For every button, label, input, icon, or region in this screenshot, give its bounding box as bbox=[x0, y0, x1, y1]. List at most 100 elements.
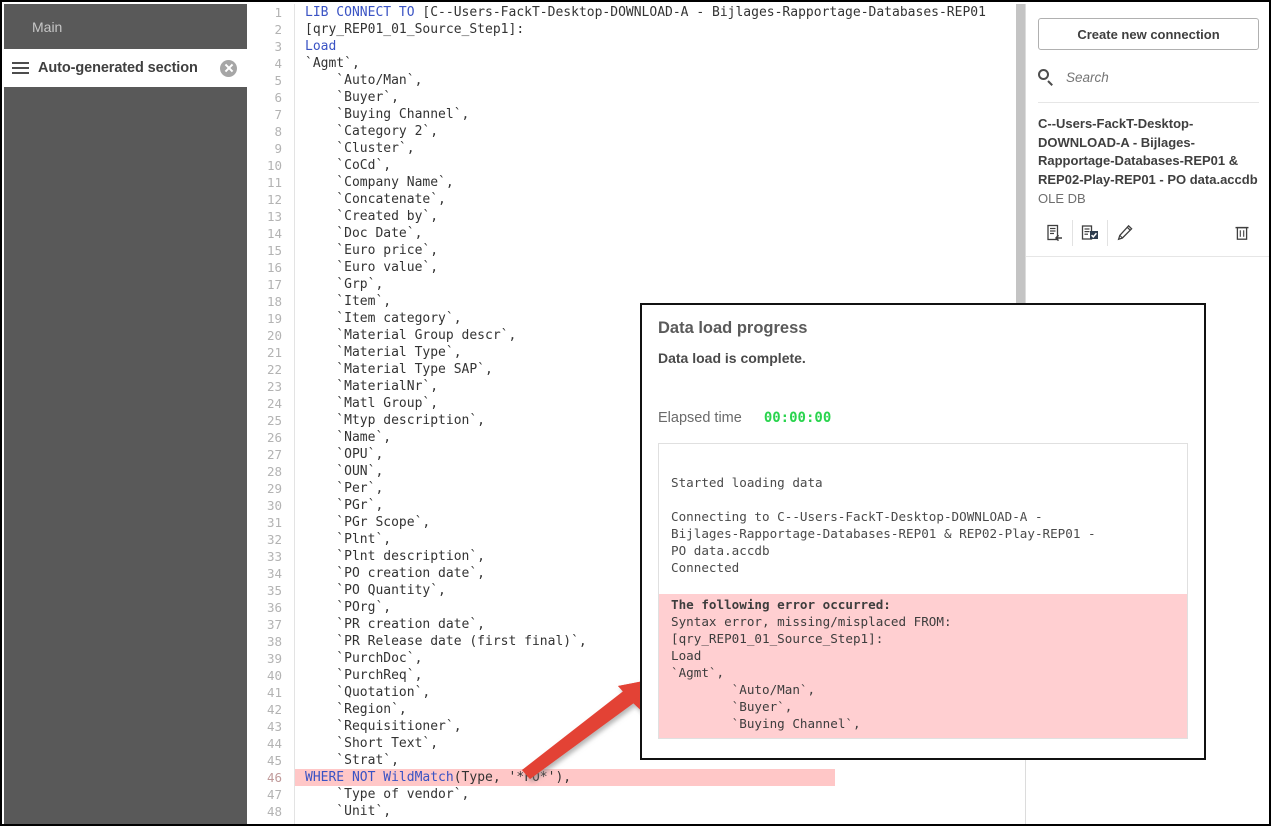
connection-search-row[interactable] bbox=[1038, 60, 1259, 103]
dialog-title: Data load progress bbox=[658, 319, 808, 337]
line-number: 4 bbox=[274, 56, 282, 71]
code-line-text: `PO creation date`, bbox=[305, 566, 486, 581]
line-number: 18 bbox=[266, 294, 282, 309]
sidebar-item-label: Auto-generated section bbox=[38, 60, 198, 76]
line-number: 33 bbox=[266, 549, 282, 564]
line-number: 28 bbox=[266, 464, 282, 479]
dialog-status-text: Data load is complete. bbox=[658, 350, 806, 366]
code-line-text: LIB CONNECT TO [C--Users-FackT-Desktop-D… bbox=[305, 5, 986, 20]
code-line-text: `OUN`, bbox=[305, 464, 384, 479]
code-line-text: `Matl Group`, bbox=[305, 396, 439, 411]
line-number: 6 bbox=[274, 90, 282, 105]
code-line-text: `Requisitioner`, bbox=[305, 719, 462, 734]
code-line-text: `CoCd`, bbox=[305, 158, 392, 173]
code-line[interactable]: 10 `CoCd`, bbox=[247, 157, 1025, 174]
connection-list-item[interactable]: C--Users-FackT-Desktop-DOWNLOAD-A - Bijl… bbox=[1026, 103, 1269, 257]
line-number: 39 bbox=[266, 651, 282, 666]
code-line-text: `Per`, bbox=[305, 481, 384, 496]
create-new-connection-button[interactable]: Create new connection bbox=[1038, 18, 1259, 50]
load-log-box[interactable]: Started loading data Connecting to C--Us… bbox=[658, 443, 1188, 739]
code-line[interactable]: 7 `Buying Channel`, bbox=[247, 106, 1025, 123]
code-line-text: `Material Type`, bbox=[305, 345, 462, 360]
line-number: 17 bbox=[266, 277, 282, 292]
code-line-text: `PR creation date`, bbox=[305, 617, 486, 632]
code-line[interactable]: 11 `Company Name`, bbox=[247, 174, 1025, 191]
line-number: 40 bbox=[266, 668, 282, 683]
code-line-text: `Type of vendor`, bbox=[305, 787, 470, 802]
code-line[interactable]: 1 LIB CONNECT TO [C--Users-FackT-Desktop-… bbox=[247, 4, 1025, 21]
code-line[interactable]: 9 `Cluster`, bbox=[247, 140, 1025, 157]
log-spacer bbox=[659, 491, 1187, 508]
code-line[interactable]: 2 [qry_REP01_01_Source_Step1]: bbox=[247, 21, 1025, 38]
editor-vertical-scrollbar[interactable] bbox=[1016, 4, 1025, 304]
sidebar-item-auto-generated-section[interactable]: Auto-generated section bbox=[4, 49, 247, 87]
code-line[interactable]: 6 `Buyer`, bbox=[247, 89, 1025, 106]
line-number: 8 bbox=[274, 124, 282, 139]
code-line-text: `PR Release date (first final)`, bbox=[305, 634, 587, 649]
code-line[interactable]: 3 Load bbox=[247, 38, 1025, 55]
code-line-text: Load bbox=[305, 39, 337, 54]
line-number: 2 bbox=[274, 22, 282, 37]
code-line-text: `Doc Date`, bbox=[305, 226, 423, 241]
code-line-text: WHERE NOT WildMatch(Type, '*FO*'), bbox=[305, 770, 572, 785]
code-line[interactable]: 47 `Type of vendor`, bbox=[247, 786, 1025, 803]
code-line[interactable]: 16 `Euro value`, bbox=[247, 259, 1025, 276]
line-number: 19 bbox=[266, 311, 282, 326]
line-number: 7 bbox=[274, 107, 282, 122]
code-line-text: `Category 2`, bbox=[305, 124, 439, 139]
log-error-heading: The following error occurred: bbox=[671, 597, 891, 612]
search-input[interactable] bbox=[1064, 68, 1238, 86]
code-line[interactable]: 12 `Concatenate`, bbox=[247, 191, 1025, 208]
line-number: 36 bbox=[266, 600, 282, 615]
line-number: 48 bbox=[266, 804, 282, 819]
app-window: Main Auto-generated section 1 LIB CONNECT… bbox=[0, 0, 1271, 826]
code-line-text: `Material Type SAP`, bbox=[305, 362, 493, 377]
code-line-text: `PGr Scope`, bbox=[305, 515, 431, 530]
code-line-text: `Company Name`, bbox=[305, 175, 454, 190]
select-data-icon[interactable] bbox=[1073, 220, 1108, 246]
script-sections-sidebar: Main Auto-generated section bbox=[4, 4, 247, 824]
code-line[interactable]: 48 `Unit`, bbox=[247, 803, 1025, 820]
line-number: 47 bbox=[266, 787, 282, 802]
code-line[interactable]: 14 `Doc Date`, bbox=[247, 225, 1025, 242]
line-number: 37 bbox=[266, 617, 282, 632]
delete-trash-icon[interactable] bbox=[1225, 220, 1259, 246]
line-number: 43 bbox=[266, 719, 282, 734]
line-number: 24 bbox=[266, 396, 282, 411]
connection-type: OLE DB bbox=[1038, 191, 1086, 206]
line-number: 31 bbox=[266, 515, 282, 530]
sidebar-item-main[interactable]: Main bbox=[4, 4, 247, 49]
edit-pencil-icon[interactable] bbox=[1108, 220, 1142, 246]
code-line[interactable]: 46 WHERE NOT WildMatch(Type, '*FO*'), bbox=[247, 769, 1025, 786]
code-line-text: `Grp`, bbox=[305, 277, 384, 292]
line-number: 25 bbox=[266, 413, 282, 428]
code-line-text: `PurchDoc`, bbox=[305, 651, 423, 666]
code-line[interactable]: 5 `Auto/Man`, bbox=[247, 72, 1025, 89]
insert-connection-string-icon[interactable] bbox=[1038, 220, 1073, 246]
line-number: 16 bbox=[266, 260, 282, 275]
log-error-block: The following error occurred: Syntax err… bbox=[659, 594, 1187, 738]
line-number: 41 bbox=[266, 685, 282, 700]
line-number: 44 bbox=[266, 736, 282, 751]
line-number: 26 bbox=[266, 430, 282, 445]
code-line-text: `Short Text`, bbox=[305, 736, 439, 751]
code-line[interactable]: 17 `Grp`, bbox=[247, 276, 1025, 293]
code-line[interactable]: 8 `Category 2`, bbox=[247, 123, 1025, 140]
close-circle-icon[interactable] bbox=[220, 59, 237, 77]
code-line-text: `Euro price`, bbox=[305, 243, 439, 258]
line-number: 9 bbox=[274, 141, 282, 156]
elapsed-time-row: Elapsed time 00:00:00 bbox=[658, 410, 1204, 426]
code-line-text: `OPU`, bbox=[305, 447, 384, 462]
line-number: 15 bbox=[266, 243, 282, 258]
code-line-text: `Plnt`, bbox=[305, 532, 392, 547]
code-line-text: `MaterialNr`, bbox=[305, 379, 439, 394]
line-number: 3 bbox=[274, 39, 282, 54]
code-line[interactable]: 13 `Created by`, bbox=[247, 208, 1025, 225]
hamburger-icon[interactable] bbox=[12, 61, 29, 75]
code-line[interactable]: 4 `Agmt`, bbox=[247, 55, 1025, 72]
elapsed-time-value: 00:00:00 bbox=[763, 410, 832, 426]
line-number: 35 bbox=[266, 583, 282, 598]
log-error-detail: Syntax error, missing/misplaced FROM: [q… bbox=[671, 614, 952, 731]
line-number: 20 bbox=[266, 328, 282, 343]
code-line[interactable]: 15 `Euro price`, bbox=[247, 242, 1025, 259]
